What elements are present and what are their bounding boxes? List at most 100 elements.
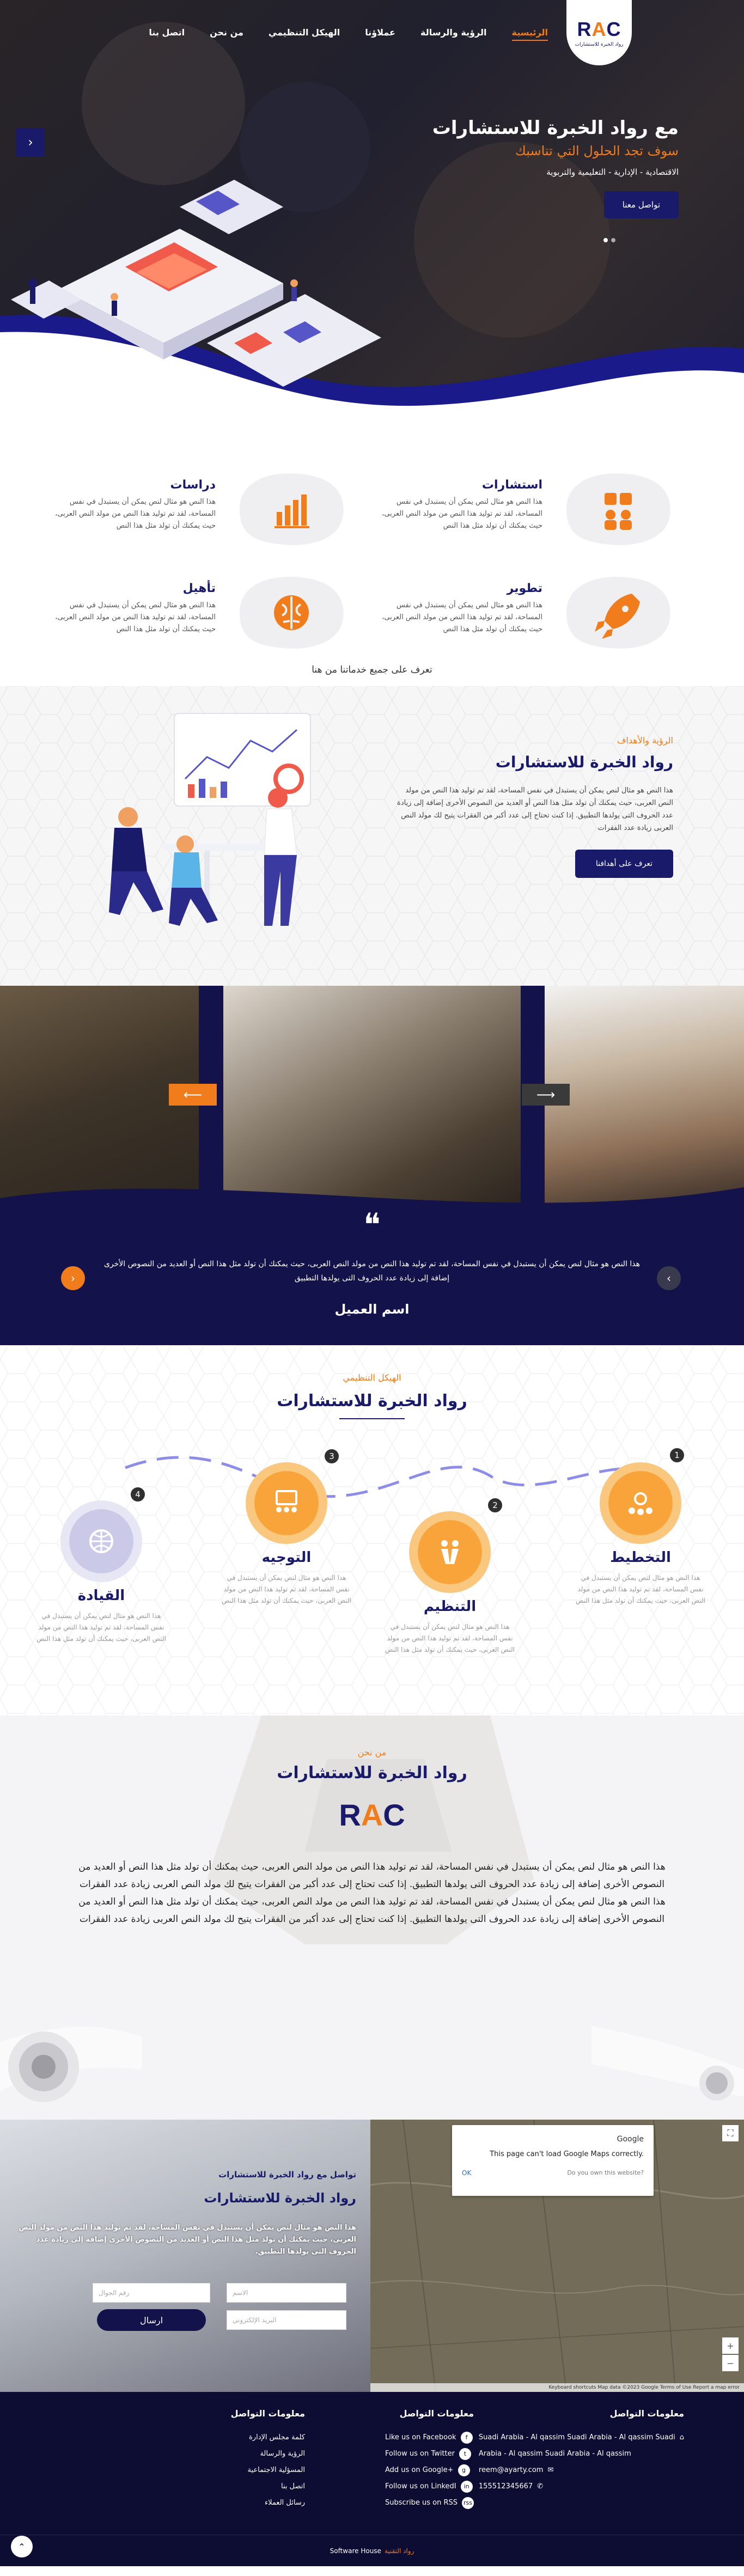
- nav-vision[interactable]: الرؤية والرسالة: [420, 27, 487, 41]
- step-title: التخطيط: [610, 1549, 671, 1566]
- testimonial-nav-prev[interactable]: ‹: [61, 1266, 85, 1290]
- logo[interactable]: RAC رواد الخبرة للاستشارات: [566, 0, 632, 65]
- hero-dot-active[interactable]: [603, 238, 608, 242]
- learn-goals-button[interactable]: تعرف على أهدافنا: [575, 850, 673, 878]
- footer-address: Arabia - Al qassim Suadi Arabia - Al qas…: [479, 2446, 684, 2462]
- footer-link[interactable]: المسؤلية الاجتماعية: [231, 2462, 306, 2479]
- services-section: استشارات هذا النص هو مثال لنص يمكن أن يس…: [0, 447, 744, 686]
- footer-email[interactable]: reem@ayarty.com ✉: [479, 2462, 684, 2479]
- service-card[interactable]: دراسات هذا النص هو مثال لنص يمكن أن يستب…: [47, 468, 352, 550]
- all-services-link[interactable]: تعرف على جميع خدماتنا من هنا: [0, 664, 744, 675]
- zoom-out-button[interactable]: −: [722, 2355, 739, 2371]
- step-description: هذا النص هو مثال لنص يمكن أن يستبدل في ن…: [36, 1612, 166, 1643]
- credit-brand[interactable]: رواد التقنية: [385, 2547, 414, 2555]
- rocket-icon: [566, 577, 670, 649]
- service-card[interactable]: استشارات هذا النص هو مثال لنص يمكن أن يس…: [374, 468, 679, 550]
- footer-social-link[interactable]: Subscribe us on RSS rss: [385, 2495, 474, 2511]
- footer-link[interactable]: رسائل العملاء: [231, 2495, 305, 2511]
- contact-kicker: تواصل مع رواد الخبرة للاستشارات: [218, 2170, 356, 2180]
- google-brand: Google: [617, 2135, 644, 2144]
- title-underline: [339, 1418, 405, 1419]
- service-title: استشارات: [481, 478, 542, 492]
- testimonial-prev-arrow[interactable]: ⟵: [169, 1084, 217, 1106]
- client-name: اسم العميل: [334, 1302, 410, 1317]
- map-footer: Keyboard shortcuts Map data ©2023 Google…: [370, 2383, 744, 2392]
- facebook-icon: f: [460, 2432, 473, 2444]
- isometric-illustration: [11, 180, 381, 387]
- vision-kicker: الرؤية والأهداف: [617, 735, 673, 746]
- contact-us-button[interactable]: تواصل معنا: [603, 191, 679, 218]
- chart-icon: [240, 473, 344, 545]
- email-text: reem@ayarty.com: [478, 2466, 544, 2474]
- footer-link[interactable]: الرؤية والرسالة: [231, 2446, 305, 2462]
- hero-subtitle: سوف تجد الحلول التي تناسبك: [515, 143, 679, 158]
- nav-org-structure[interactable]: الهيكل التنظيمي: [269, 27, 340, 41]
- contact-text: تواصل مع رواد الخبرة للاستشارات رواد الخ…: [8, 2170, 356, 2258]
- org-step: 3 التوجيه هذا النص هو مثال لنص يمكن أن ي…: [221, 1447, 352, 1607]
- credit-text: Software House: [330, 2547, 381, 2555]
- contact-section: تواصل مع رواد الخبرة للاستشارات رواد الخ…: [0, 2120, 744, 2392]
- phone-icon: ✆: [537, 2482, 544, 2490]
- service-card[interactable]: تطوير هذا النص هو مثال لنص يمكن أن يستبد…: [374, 572, 679, 654]
- service-title: تأهيل: [182, 582, 216, 595]
- footer-social-link[interactable]: Follow us on LinkedI in: [385, 2479, 474, 2495]
- nav-contact[interactable]: اتصل بنا: [149, 27, 185, 41]
- phone-field[interactable]: رقم الجوال: [93, 2283, 210, 2303]
- footer-social-link[interactable]: Follow us on Twitter t: [385, 2446, 474, 2462]
- org-step: 2 التنظيم هذا النص هو مثال لنص يمكن أن ي…: [385, 1496, 515, 1656]
- social-label: Follow us on LinkedI: [385, 2482, 456, 2490]
- leadership-icon: [60, 1500, 142, 1582]
- step-number: 2: [486, 1496, 504, 1515]
- footer-contact-column: معلومات التواصل Suadi Arabia - Al qassim…: [479, 2408, 684, 2495]
- footer-credit: Software House رواد التقنية: [0, 2535, 744, 2566]
- footer-link[interactable]: كلمة مجلس الإدارة: [231, 2430, 305, 2446]
- social-label: Subscribe us on RSS: [385, 2499, 458, 2507]
- send-button[interactable]: ارسال: [97, 2309, 206, 2331]
- service-description: هذا النص هو مثال لنص يمكن أن يستبدل في ن…: [382, 498, 542, 530]
- nav-clients[interactable]: عملاؤنا: [365, 27, 395, 41]
- footer-address: Suadi Arabia - Al qassim Suadi Arabia - …: [479, 2430, 684, 2446]
- logo-mark: RAC: [577, 18, 621, 40]
- fullscreen-icon[interactable]: ⛶: [722, 2125, 739, 2141]
- hero-description: الاقتصادية - الإدارية - التعليمية والترب…: [546, 167, 679, 177]
- service-description: هذا النص هو مثال لنص يمكن أن يستبدل في ن…: [382, 601, 542, 633]
- footer-social-link[interactable]: Like us on Facebook f: [385, 2430, 474, 2446]
- footer-phone[interactable]: 155512345667 ✆: [479, 2479, 684, 2495]
- testimonial-nav-next[interactable]: ›: [657, 1266, 681, 1290]
- quote-icon: ❝: [363, 1206, 381, 1243]
- step-title: القيادة: [77, 1588, 125, 1604]
- map[interactable]: Google This page can't load Google Maps …: [370, 2120, 744, 2392]
- contact-description: هذا النص هو مثال لنص يمكن أن يستبدل في ن…: [19, 2224, 356, 2256]
- hero-dots: [603, 238, 615, 242]
- about-section: من نحن رواد الخبرة للاستشارات RAC هذا ال…: [0, 1716, 744, 2120]
- main-nav: الرئيسية الرؤية والرسالة عملاؤنا الهيكل …: [149, 27, 548, 41]
- hero-title: مع رواد الخبرة للاستشارات: [432, 117, 679, 139]
- zoom-in-button[interactable]: +: [722, 2337, 739, 2354]
- scroll-to-top-button[interactable]: ⌃: [11, 2536, 33, 2557]
- organizing-icon: [409, 1511, 491, 1593]
- footer-link[interactable]: اتصل بنا: [231, 2479, 305, 2495]
- hero-prev-arrow[interactable]: ‹: [16, 128, 45, 156]
- service-card[interactable]: تأهيل هذا النص هو مثال لنص يمكن أن يستبد…: [47, 572, 352, 654]
- step-description: هذا النص هو مثال لنص يمكن أن يستبدل في ن…: [222, 1574, 351, 1604]
- google-plus-icon: g: [458, 2464, 470, 2476]
- step-title: التوجيه: [261, 1549, 312, 1566]
- nav-about[interactable]: من نحن: [210, 27, 243, 41]
- email-field[interactable]: البريد الإلكتروني: [227, 2310, 346, 2330]
- map-ok-button[interactable]: OK: [462, 2169, 471, 2177]
- address-line: Suadi Arabia - Al qassim Suadi Arabia - …: [478, 2433, 675, 2441]
- rss-icon: rss: [462, 2497, 474, 2509]
- footer-social-link[interactable]: Add us on Google+ g: [385, 2462, 474, 2479]
- org-step: 1 التخطيط هذا النص هو مثال لنص يمكن أن ي…: [575, 1446, 706, 1607]
- paper-scroll-left: [0, 2026, 142, 2102]
- site-header: RAC رواد الخبرة للاستشارات الرئيسية الرؤ…: [0, 0, 744, 65]
- footer-col-title: معلومات التواصل: [230, 2408, 305, 2419]
- phone-text: 155512345667: [478, 2482, 533, 2490]
- nav-home[interactable]: الرئيسية: [511, 27, 548, 41]
- social-label: Follow us on Twitter: [385, 2450, 455, 2458]
- name-field[interactable]: الاسم: [227, 2283, 346, 2303]
- testimonial-next-arrow[interactable]: ⟶: [522, 1084, 570, 1106]
- hero-dot[interactable]: [611, 238, 615, 242]
- map-own-site-link[interactable]: Do you own this website?: [567, 2169, 644, 2177]
- service-title: دراسات: [170, 478, 216, 492]
